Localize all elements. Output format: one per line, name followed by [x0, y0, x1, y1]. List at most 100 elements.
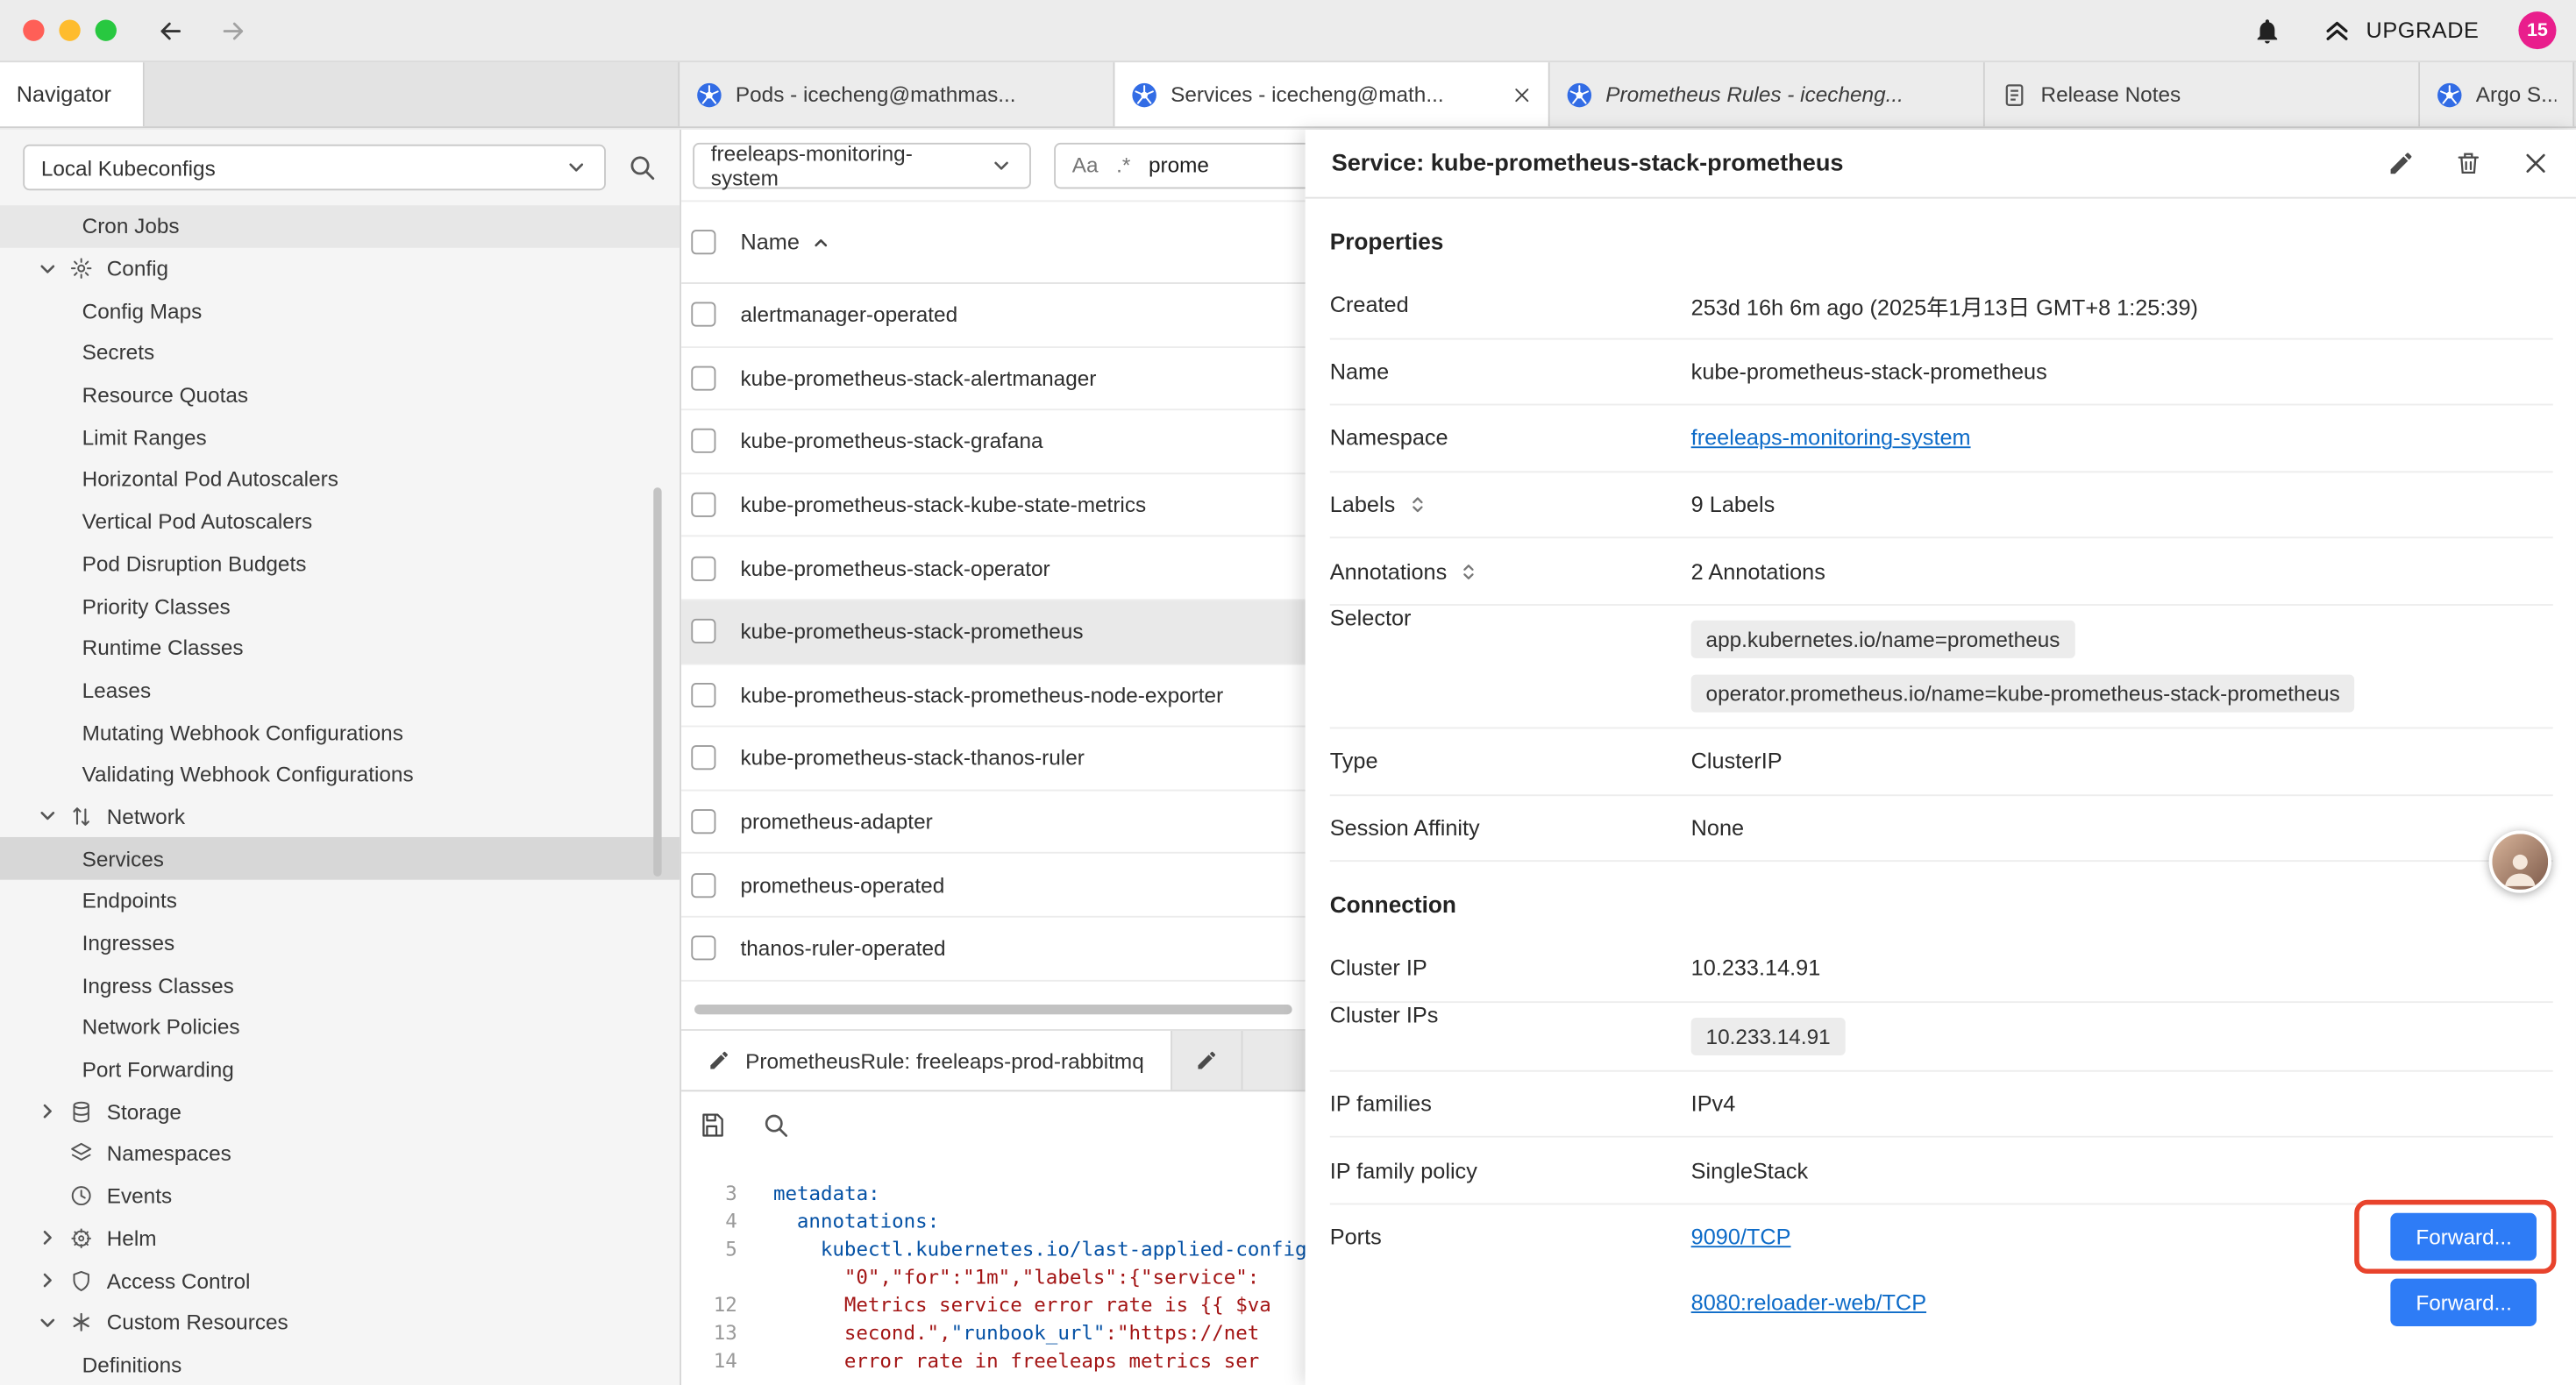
- sidebar-item-horizontal-pod-autoscalers[interactable]: Horizontal Pod Autoscalers: [0, 458, 680, 501]
- navigator-panel-tab[interactable]: Navigator: [0, 62, 145, 126]
- updown-icon[interactable]: [1458, 561, 1479, 582]
- line-number: [681, 1264, 753, 1292]
- tab-pods-icecheng-mathmas[interactable]: Pods - icecheng@mathmas...: [680, 62, 1114, 126]
- service-name: kube-prometheus-stack-thanos-ruler: [740, 746, 1084, 771]
- avatar[interactable]: [2489, 830, 2551, 892]
- sidebar-item-resource-quotas[interactable]: Resource Quotas: [0, 373, 680, 416]
- token-str: Metrics service error rate is {{ $va: [844, 1294, 1271, 1317]
- name-column-header[interactable]: Name: [740, 230, 799, 254]
- chevron-right-icon[interactable]: [36, 1100, 59, 1123]
- sidebar-item-limit-ranges[interactable]: Limit Ranges: [0, 416, 680, 458]
- select-all-checkbox[interactable]: [691, 230, 715, 254]
- row-checkbox[interactable]: [691, 936, 715, 961]
- edit-icon[interactable]: [2387, 149, 2416, 177]
- sidebar-item-label: Access Control: [107, 1268, 251, 1293]
- sidebar-item-endpoints[interactable]: Endpoints: [0, 880, 680, 922]
- port-link[interactable]: 8080:reloader-web/TCP: [1691, 1289, 1926, 1314]
- upgrade-button[interactable]: UPGRADE: [2322, 15, 2480, 46]
- forward-button[interactable]: Forward...: [2391, 1278, 2537, 1325]
- maximize-window-button[interactable]: [96, 19, 117, 40]
- editor-tab-partial[interactable]: [1172, 1031, 1243, 1090]
- delete-icon[interactable]: [2454, 149, 2482, 177]
- notifications-bell-icon[interactable]: [2252, 16, 2282, 46]
- sidebar-item-ingress-classes[interactable]: Ingress Classes: [0, 964, 680, 1006]
- sidebar-item-runtime-classes[interactable]: Runtime Classes: [0, 627, 680, 669]
- row-checkbox[interactable]: [691, 366, 715, 390]
- row-checkbox[interactable]: [691, 493, 715, 517]
- sidebar-item-config-maps[interactable]: Config Maps: [0, 289, 680, 331]
- sidebar-item-network-policies[interactable]: Network Policies: [0, 1006, 680, 1048]
- value-chip: 10.233.14.91: [1691, 1017, 1846, 1055]
- forward-button[interactable]: Forward...: [2391, 1213, 2537, 1261]
- row-checkbox[interactable]: [691, 872, 715, 897]
- sidebar-item-pod-disruption-budgets[interactable]: Pod Disruption Budgets: [0, 543, 680, 585]
- sidebar-scrollbar[interactable]: [653, 487, 661, 877]
- tab-prometheus-rules-icecheng[interactable]: Prometheus Rules - icecheng...: [1550, 62, 1985, 126]
- namespace-link[interactable]: freeleaps-monitoring-system: [1691, 426, 1971, 451]
- sidebar-item-mutating-webhook-configurations[interactable]: Mutating Webhook Configurations: [0, 711, 680, 753]
- chevron-right-icon[interactable]: [36, 1226, 59, 1249]
- detail-value: 9 Labels: [1691, 493, 2553, 517]
- kubeconfig-selector[interactable]: Local Kubeconfigs: [23, 145, 606, 190]
- row-checkbox[interactable]: [691, 809, 715, 834]
- tab-argo-s[interactable]: Argo S...: [2420, 62, 2574, 126]
- chips-list: app.kubernetes.io/name=prometheusoperato…: [1691, 606, 2355, 728]
- chevron-down-icon[interactable]: [36, 257, 59, 280]
- sidebar-search-icon[interactable]: [627, 153, 657, 182]
- token-str: error rate in freeleaps metrics ser: [844, 1349, 1260, 1372]
- back-arrow-icon[interactable]: [156, 16, 186, 46]
- port-link[interactable]: 9090/TCP: [1691, 1225, 1791, 1249]
- updown-icon[interactable]: [1406, 494, 1427, 515]
- sidebar-item-definitions[interactable]: Definitions: [0, 1344, 680, 1385]
- search-query-text: prome: [1149, 153, 1209, 177]
- match-case-toggle[interactable]: Aa: [1072, 153, 1099, 177]
- tab-release-notes[interactable]: Release Notes: [1985, 62, 2420, 126]
- prometheusrule-editor-tab[interactable]: PrometheusRule: freeleaps-prod-rabbitmq: [681, 1031, 1171, 1090]
- sidebar-item-storage[interactable]: Storage: [0, 1090, 680, 1133]
- sidebar-item-custom-resources[interactable]: Custom Resources: [0, 1302, 680, 1344]
- sidebar-item-access-control[interactable]: Access Control: [0, 1260, 680, 1302]
- chevron-down-icon[interactable]: [36, 1311, 59, 1334]
- sidebar-item-network[interactable]: Network: [0, 795, 680, 837]
- close-drawer-icon[interactable]: [2522, 149, 2550, 177]
- notification-count-badge[interactable]: 15: [2518, 11, 2556, 49]
- sidebar-item-secrets[interactable]: Secrets: [0, 331, 680, 373]
- sidebar-item-label: Validating Webhook Configurations: [82, 762, 414, 786]
- sidebar-item-priority-classes[interactable]: Priority Classes: [0, 585, 680, 627]
- namespace-filter-dropdown[interactable]: freeleaps-monitoring-system: [693, 142, 1031, 188]
- sidebar-item-config[interactable]: Config: [0, 247, 680, 289]
- editor-search-icon[interactable]: [762, 1111, 790, 1139]
- save-icon[interactable]: [698, 1111, 726, 1139]
- regex-toggle[interactable]: .*: [1116, 153, 1130, 177]
- chevron-down-icon[interactable]: [36, 805, 59, 827]
- close-window-button[interactable]: [23, 19, 44, 40]
- chevron-right-icon[interactable]: [36, 1269, 59, 1292]
- tab-services-icecheng-math[interactable]: Services - icecheng@math...: [1114, 62, 1549, 126]
- sidebar-item-validating-webhook-configurations[interactable]: Validating Webhook Configurations: [0, 753, 680, 795]
- sidebar-item-helm[interactable]: Helm: [0, 1217, 680, 1259]
- row-checkbox[interactable]: [691, 683, 715, 707]
- row-checkbox[interactable]: [691, 556, 715, 580]
- row-checkbox[interactable]: [691, 302, 715, 327]
- sidebar-item-port-forwarding[interactable]: Port Forwarding: [0, 1048, 680, 1090]
- sidebar-item-services[interactable]: Services: [0, 838, 680, 880]
- row-checkbox[interactable]: [691, 430, 715, 454]
- sidebar-item-cron-jobs[interactable]: Cron Jobs: [0, 205, 680, 247]
- row-checkbox[interactable]: [691, 619, 715, 643]
- detail-row-name: Namekube-prometheus-stack-prometheus: [1330, 339, 2553, 406]
- detail-value-text: SingleStack: [1691, 1158, 1809, 1183]
- tab-close-icon[interactable]: [1512, 84, 1532, 103]
- horizontal-scrollbar[interactable]: [694, 1005, 1292, 1014]
- sidebar-item-label: Limit Ranges: [82, 425, 207, 450]
- sidebar-item-vertical-pod-autoscalers[interactable]: Vertical Pod Autoscalers: [0, 501, 680, 543]
- forward-arrow-icon[interactable]: [218, 16, 248, 46]
- sidebar-item-namespaces[interactable]: Namespaces: [0, 1133, 680, 1175]
- storage-icon: [69, 1099, 94, 1124]
- sidebar-item-leases[interactable]: Leases: [0, 669, 680, 711]
- sidebar-item-events[interactable]: Events: [0, 1175, 680, 1217]
- minimize-window-button[interactable]: [59, 19, 80, 40]
- sort-asc-icon[interactable]: [811, 232, 830, 252]
- row-checkbox[interactable]: [691, 746, 715, 771]
- detail-label-text: Namespace: [1330, 426, 1448, 451]
- sidebar-item-ingresses[interactable]: Ingresses: [0, 922, 680, 964]
